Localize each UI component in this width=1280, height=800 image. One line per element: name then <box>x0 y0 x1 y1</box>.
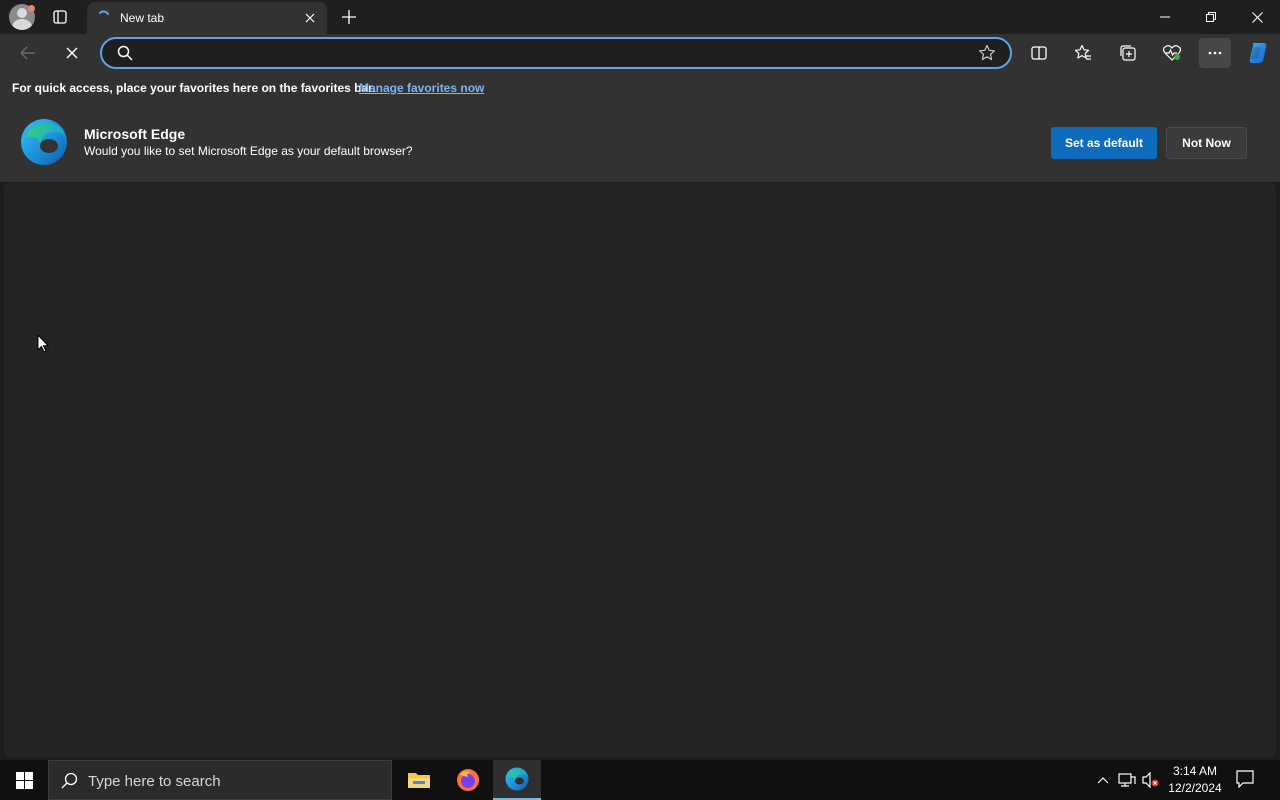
page-content-area[interactable] <box>4 183 1276 757</box>
split-screen-icon <box>1031 46 1047 60</box>
notification-icon <box>1236 770 1254 789</box>
taskbar-clock[interactable]: 3:14 AM 12/2/2024 <box>1166 763 1224 797</box>
add-favorite-star-icon[interactable] <box>978 44 996 62</box>
taskbar-firefox[interactable] <box>444 760 492 800</box>
close-icon <box>1251 11 1263 23</box>
address-bar[interactable] <box>100 37 1012 69</box>
default-browser-banner: Microsoft Edge Would you like to set Mic… <box>0 104 1280 182</box>
clock-time: 3:14 AM <box>1172 764 1218 778</box>
tab-actions-button[interactable] <box>46 4 74 30</box>
restore-button[interactable] <box>1188 0 1234 34</box>
new-tab-button[interactable] <box>336 4 362 30</box>
volume-muted-icon <box>1142 772 1159 788</box>
show-hidden-icons-button[interactable] <box>1094 771 1112 789</box>
windows-taskbar: Type here to search 3:14 AM 12/2/2024 <box>0 760 1280 800</box>
start-button[interactable] <box>0 760 48 800</box>
favorites-star-icon <box>1074 44 1091 60</box>
network-icon <box>1118 773 1136 787</box>
microsoft-edge-icon <box>505 767 529 791</box>
taskbar-search-box[interactable]: Type here to search <box>48 760 392 800</box>
close-icon <box>305 13 315 23</box>
close-window-button[interactable] <box>1234 0 1280 34</box>
favorites-bar: For quick access, place your favorites h… <box>0 72 1280 104</box>
copilot-button[interactable] <box>1242 38 1274 68</box>
set-as-default-button[interactable]: Set as default <box>1051 127 1157 159</box>
favorites-button[interactable] <box>1067 38 1099 68</box>
minimize-icon <box>1160 16 1170 18</box>
restore-icon <box>1206 12 1216 22</box>
action-center-button[interactable] <box>1236 770 1258 790</box>
browser-toolbar <box>0 34 1280 72</box>
browser-essentials-button[interactable] <box>1156 38 1188 68</box>
folder-icon <box>408 773 430 788</box>
close-icon <box>66 47 78 59</box>
taskbar-search-placeholder: Type here to search <box>88 773 221 790</box>
tab-new-tab[interactable]: New tab <box>87 2 327 34</box>
chevron-up-icon <box>1097 777 1109 784</box>
settings-more-button[interactable] <box>1199 38 1231 68</box>
tab-title: New tab <box>120 11 165 25</box>
banner-message: Would you like to set Microsoft Edge as … <box>84 144 413 158</box>
search-icon <box>117 45 133 61</box>
windows-logo-icon <box>15 771 33 789</box>
network-tray-button[interactable] <box>1118 771 1136 789</box>
firefox-icon <box>457 769 479 791</box>
tab-close-button[interactable] <box>300 8 320 28</box>
manage-favorites-link[interactable]: Manage favorites now <box>359 81 484 95</box>
stop-loading-button[interactable] <box>56 38 88 68</box>
search-icon <box>61 772 78 789</box>
not-now-button[interactable]: Not Now <box>1166 127 1247 159</box>
loading-spinner-icon <box>99 10 109 15</box>
more-horizontal-icon <box>1208 51 1222 55</box>
avatar-body <box>12 19 32 30</box>
taskbar-file-explorer[interactable] <box>395 760 443 800</box>
minimize-button[interactable] <box>1142 0 1188 34</box>
avatar-head <box>17 8 27 18</box>
profile-notification-dot <box>28 5 35 12</box>
plus-icon <box>342 10 356 24</box>
microsoft-edge-logo-icon <box>21 119 67 165</box>
tab-actions-icon <box>53 10 67 24</box>
arrow-left-icon <box>20 46 35 60</box>
heartbeat-icon <box>1162 45 1182 61</box>
taskbar-microsoft-edge[interactable] <box>493 760 541 800</box>
collections-icon <box>1120 45 1136 61</box>
mouse-cursor-icon <box>37 334 49 353</box>
collections-button[interactable] <box>1112 38 1144 68</box>
banner-title: Microsoft Edge <box>84 126 186 142</box>
volume-tray-button[interactable] <box>1142 771 1160 789</box>
back-button[interactable] <box>12 38 44 68</box>
split-screen-button[interactable] <box>1023 38 1055 68</box>
favorites-bar-message: For quick access, place your favorites h… <box>12 81 376 95</box>
address-input[interactable] <box>142 44 962 62</box>
clock-date: 12/2/2024 <box>1168 781 1222 795</box>
copilot-icon <box>1249 43 1267 63</box>
tab-strip: New tab <box>0 0 1280 34</box>
